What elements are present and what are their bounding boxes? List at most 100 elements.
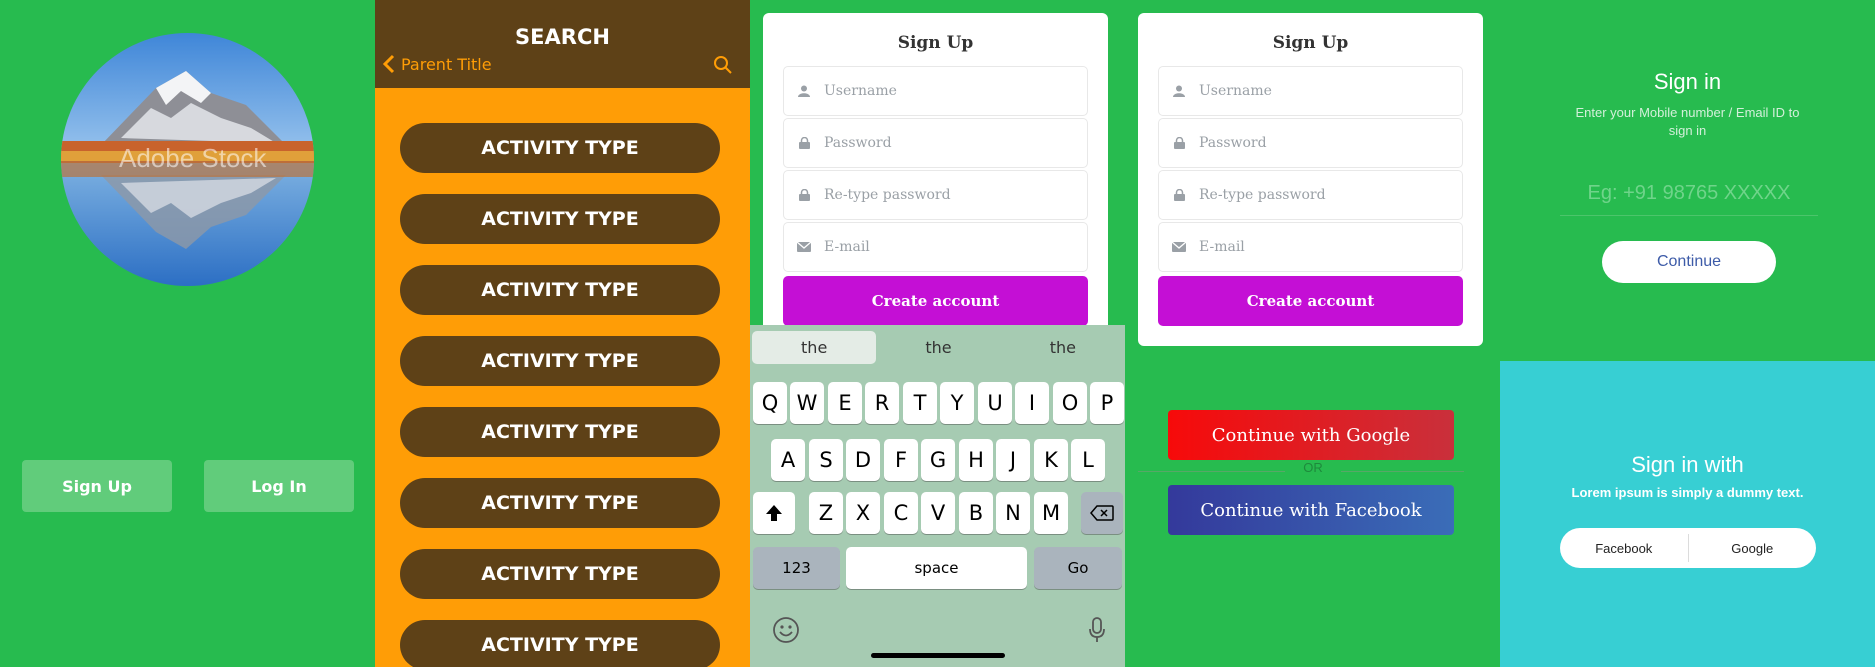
key[interactable]: J: [996, 439, 1030, 481]
user-icon: [1159, 85, 1199, 97]
key[interactable]: T: [903, 382, 937, 424]
numbers-key[interactable]: 123: [753, 547, 840, 589]
key[interactable]: N: [996, 492, 1030, 534]
activity-search-panel: SEARCH Parent Title ACTIVITY TYPE ACTIVI…: [375, 0, 750, 667]
suggestion-bar: the the the: [750, 325, 1125, 370]
password-field[interactable]: Password: [1158, 118, 1463, 168]
google-login-button[interactable]: Google: [1689, 528, 1817, 568]
phone-email-input[interactable]: Eg: +91 98765 XXXXX: [1560, 172, 1818, 216]
password-field[interactable]: Password: [783, 118, 1088, 168]
continue-with-facebook-button[interactable]: Continue with Facebook: [1168, 485, 1454, 535]
create-account-button[interactable]: Create account: [783, 276, 1088, 326]
back-button[interactable]: Parent Title: [383, 54, 492, 74]
username-field[interactable]: Username: [1158, 66, 1463, 116]
key[interactable]: D: [846, 439, 880, 481]
create-account-button[interactable]: Create account: [1158, 276, 1463, 326]
key[interactable]: R: [865, 382, 899, 424]
key[interactable]: E: [828, 382, 862, 424]
activity-type-item[interactable]: ACTIVITY TYPE: [400, 549, 720, 599]
key[interactable]: H: [959, 439, 993, 481]
onscreen-keyboard: the the the Q W E R T Y U I O P A S D F …: [750, 325, 1125, 667]
shift-arrow-icon: [766, 505, 782, 521]
retype-password-placeholder: Re-type password: [824, 187, 951, 203]
suggestion-item[interactable]: the: [752, 331, 877, 364]
key[interactable]: F: [884, 439, 918, 481]
username-placeholder: Username: [1199, 83, 1272, 99]
key[interactable]: X: [846, 492, 880, 534]
search-icon[interactable]: [713, 55, 733, 75]
home-indicator: [871, 653, 1005, 658]
key[interactable]: S: [809, 439, 843, 481]
key[interactable]: I: [1015, 382, 1049, 424]
or-label: OR: [1285, 460, 1341, 475]
activity-type-item[interactable]: ACTIVITY TYPE: [400, 123, 720, 173]
suggestion-item[interactable]: the: [876, 325, 1000, 370]
page-title: SEARCH: [515, 25, 610, 49]
shift-key[interactable]: [753, 492, 795, 534]
space-key[interactable]: space: [846, 547, 1027, 589]
go-key[interactable]: Go: [1034, 547, 1122, 589]
email-placeholder: E-mail: [824, 239, 870, 255]
backspace-key[interactable]: [1081, 492, 1123, 534]
email-field[interactable]: E-mail: [1158, 222, 1463, 272]
key[interactable]: Y: [940, 382, 974, 424]
signup-card-a: Sign Up Username Password Re-type passwo…: [763, 13, 1108, 333]
activity-type-item[interactable]: ACTIVITY TYPE: [400, 407, 720, 457]
emoji-icon[interactable]: [772, 616, 800, 644]
log-in-button[interactable]: Log In: [204, 460, 354, 512]
suggestion-item[interactable]: the: [1001, 325, 1125, 370]
lock-icon: [1159, 137, 1199, 149]
user-icon: [784, 85, 824, 97]
chevron-left-icon: [383, 54, 395, 74]
key[interactable]: Q: [753, 382, 787, 424]
key[interactable]: Z: [809, 492, 843, 534]
sign-in-with-title: Sign in with: [1631, 452, 1744, 477]
sign-in-with-subtitle: Lorem ipsum is simply a dummy text.: [1571, 485, 1804, 500]
retype-password-field[interactable]: Re-type password: [1158, 170, 1463, 220]
retype-password-field[interactable]: Re-type password: [783, 170, 1088, 220]
key[interactable]: O: [1053, 382, 1087, 424]
key[interactable]: L: [1071, 439, 1105, 481]
key[interactable]: U: [978, 382, 1012, 424]
continue-button[interactable]: Continue: [1602, 241, 1776, 283]
sign-in-subtitle: Enter your Mobile number / Email ID to s…: [1575, 105, 1800, 138]
mountain-lake-photo: Adobe Stock: [61, 33, 314, 286]
key[interactable]: V: [921, 492, 955, 534]
welcome-panel: Adobe Stock Sign Up Log In: [0, 0, 375, 667]
photo-watermark: Adobe Stock: [119, 143, 267, 173]
activity-type-item[interactable]: ACTIVITY TYPE: [400, 194, 720, 244]
envelope-icon: [784, 242, 824, 252]
key[interactable]: W: [790, 382, 824, 424]
retype-password-placeholder: Re-type password: [1199, 187, 1326, 203]
lock-icon: [784, 137, 824, 149]
key[interactable]: K: [1034, 439, 1068, 481]
key[interactable]: M: [1034, 492, 1068, 534]
signup-title: Sign Up: [897, 33, 974, 53]
signup-title: Sign Up: [1272, 33, 1349, 53]
social-login-pill: Facebook Google: [1560, 528, 1816, 568]
password-placeholder: Password: [1199, 135, 1267, 151]
facebook-login-button[interactable]: Facebook: [1560, 528, 1688, 568]
activity-type-item[interactable]: ACTIVITY TYPE: [400, 620, 720, 667]
key[interactable]: P: [1090, 382, 1124, 424]
microphone-icon[interactable]: [1088, 616, 1106, 644]
username-field[interactable]: Username: [783, 66, 1088, 116]
sign-up-button[interactable]: Sign Up: [22, 460, 172, 512]
key[interactable]: G: [921, 439, 955, 481]
key[interactable]: B: [959, 492, 993, 534]
activity-type-item[interactable]: ACTIVITY TYPE: [400, 336, 720, 386]
envelope-icon: [1159, 242, 1199, 252]
activity-type-item[interactable]: ACTIVITY TYPE: [400, 265, 720, 315]
back-label: Parent Title: [401, 54, 492, 74]
key[interactable]: A: [771, 439, 805, 481]
email-placeholder: E-mail: [1199, 239, 1245, 255]
password-placeholder: Password: [824, 135, 892, 151]
activity-type-item[interactable]: ACTIVITY TYPE: [400, 478, 720, 528]
lock-icon: [1159, 189, 1199, 201]
search-header: SEARCH Parent Title: [375, 0, 750, 88]
signup-card-b: Sign Up Username Password Re-type passwo…: [1138, 13, 1483, 346]
continue-with-google-button[interactable]: Continue with Google: [1168, 410, 1454, 460]
username-placeholder: Username: [824, 83, 897, 99]
key[interactable]: C: [884, 492, 918, 534]
email-field[interactable]: E-mail: [783, 222, 1088, 272]
